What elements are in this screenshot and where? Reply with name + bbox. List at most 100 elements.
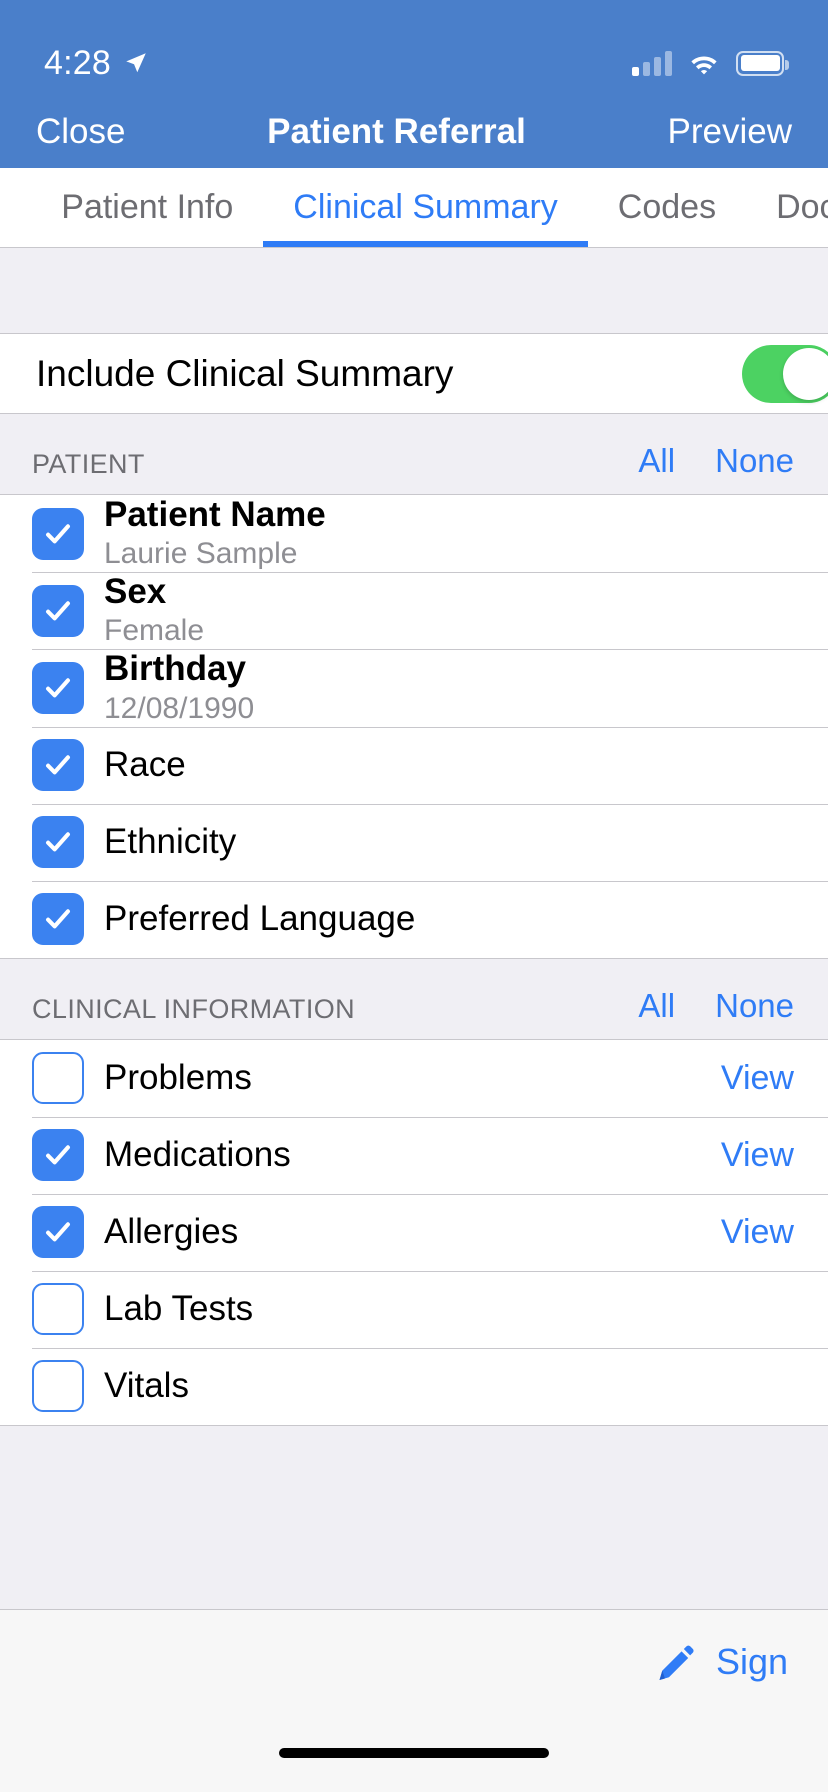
app-screen: 4:28 Close Patient Referral Preview nfo P…	[0, 0, 828, 1792]
page-title: Patient Referral	[267, 112, 526, 151]
sign-button[interactable]: Sign	[716, 1641, 788, 1683]
tab-docume[interactable]: Docume	[746, 168, 828, 247]
checkmark-icon	[46, 523, 70, 544]
list-item-texts: Medications	[104, 1135, 721, 1174]
checkbox[interactable]	[32, 1206, 84, 1259]
tab-label: nfo	[0, 188, 1, 227]
checkbox[interactable]	[32, 1360, 84, 1413]
list-item-title: Problems	[104, 1058, 252, 1098]
location-arrow-icon	[126, 53, 146, 73]
list-item-title: Patient Name	[104, 495, 326, 534]
checkbox[interactable]	[32, 893, 84, 946]
home-indicator-area	[0, 1714, 828, 1792]
view-link[interactable]: View	[721, 1213, 794, 1252]
checkmark-icon	[46, 678, 70, 698]
section-header: PATIENT All None	[0, 414, 828, 494]
checkmark-icon	[46, 1222, 70, 1242]
tab-label: Clinical Summary	[293, 188, 558, 226]
close-button[interactable]: Close	[36, 112, 125, 152]
tab-clinical-summary[interactable]: Clinical Summary	[263, 168, 588, 247]
battery-icon	[736, 50, 789, 76]
status-bar-clock: 4:28	[44, 43, 111, 82]
cellular-signal-icon	[632, 50, 672, 76]
list-item-subtitle: Laurie Sample	[104, 537, 298, 571]
checkmark-icon	[46, 755, 70, 775]
section-list: Problems View Medications View Allergies View…	[0, 1038, 828, 1426]
include-clinical-summary-row[interactable]: Include Clinical Summary	[0, 333, 828, 414]
list-item-subtitle: 12/08/1990	[104, 691, 255, 725]
navigation-bar: Close Patient Referral Preview	[0, 96, 828, 168]
checkbox[interactable]	[32, 1283, 84, 1336]
top-spacer	[0, 248, 828, 333]
list-item[interactable]: Ethnicity	[0, 803, 828, 881]
include-clinical-summary-label: Include Clinical Summary	[36, 352, 454, 394]
view-link[interactable]: View	[721, 1059, 794, 1098]
list-item-texts: Allergies	[104, 1212, 721, 1251]
home-indicator[interactable]	[279, 1748, 549, 1758]
list-item[interactable]: Sex Female	[0, 572, 828, 650]
section-title: PATIENT	[32, 449, 145, 479]
sections-container: PATIENT All None Patient Name Laurie Sample S…	[0, 414, 828, 1426]
tab-label: Patient Info	[61, 188, 234, 226]
checkbox[interactable]	[32, 1129, 84, 1182]
list-item-texts: Problems	[104, 1058, 721, 1097]
bottom-toolbar: Sign	[0, 1609, 828, 1714]
pen-icon[interactable]	[656, 1641, 698, 1683]
list-item-title: Race	[104, 745, 186, 785]
list-item-title: Vitals	[104, 1366, 189, 1406]
list-item[interactable]: Preferred Language	[0, 880, 828, 958]
view-link[interactable]: View	[721, 1136, 794, 1175]
section-title: CLINICAL INFORMATION	[32, 993, 356, 1024]
tab-codes[interactable]: Codes	[588, 168, 746, 247]
list-item-texts: Patient Name Laurie Sample	[104, 495, 794, 572]
list-item-texts: Lab Tests	[104, 1289, 794, 1328]
tab-label: Codes	[617, 188, 717, 226]
list-item[interactable]: Vitals	[0, 1347, 828, 1425]
checkmark-icon	[46, 1145, 70, 1165]
section-header: CLINICAL INFORMATION All None	[0, 958, 828, 1039]
section-actions: All None	[638, 442, 794, 480]
tab-label: Docume	[776, 188, 828, 226]
checkbox[interactable]	[32, 1052, 84, 1105]
select-all-button[interactable]: All	[638, 987, 675, 1025]
select-none-button[interactable]: None	[715, 442, 794, 480]
list-item[interactable]: Problems View	[0, 1039, 828, 1117]
list-item-title: Lab Tests	[104, 1289, 254, 1329]
tab-bar[interactable]: nfo Patient Info Clinical Summary Codes Docu…	[0, 168, 828, 248]
checkbox[interactable]	[32, 661, 84, 714]
list-item-texts: Vitals	[104, 1366, 794, 1405]
list-item-title: Medications	[104, 1135, 291, 1175]
tab-nfo[interactable]: nfo	[0, 168, 31, 247]
list-item-texts: Race	[104, 745, 794, 784]
list-item-title: Allergies	[104, 1212, 239, 1252]
section-actions: All None	[638, 987, 794, 1025]
list-item-title: Preferred Language	[104, 899, 416, 939]
checkbox[interactable]	[32, 816, 84, 869]
list-item[interactable]: Patient Name Laurie Sample	[0, 495, 828, 573]
include-clinical-summary-toggle[interactable]	[742, 344, 828, 403]
list-item[interactable]: Allergies View	[0, 1193, 828, 1271]
checkmark-icon	[46, 832, 70, 852]
checkmark-icon	[46, 601, 70, 621]
select-all-button[interactable]: All	[638, 442, 675, 480]
list-item-texts: Preferred Language	[104, 899, 794, 938]
status-bar-right	[632, 50, 789, 76]
list-item[interactable]: Lab Tests	[0, 1270, 828, 1348]
tab-patient-info[interactable]: Patient Info	[31, 168, 263, 247]
checkbox[interactable]	[32, 739, 84, 792]
section-list: Patient Name Laurie Sample Sex Female Birthd…	[0, 494, 828, 959]
preview-button[interactable]: Preview	[668, 112, 792, 152]
list-item-title: Ethnicity	[104, 822, 237, 862]
wifi-icon	[691, 56, 717, 75]
list-item[interactable]: Race	[0, 726, 828, 804]
form-content: Include Clinical Summary PATIENT All None P…	[0, 248, 828, 1609]
select-none-button[interactable]: None	[715, 987, 794, 1025]
list-item-texts: Sex Female	[104, 572, 794, 649]
status-bar: 4:28	[0, 0, 828, 96]
checkbox[interactable]	[32, 507, 84, 560]
list-item[interactable]: Birthday 12/08/1990	[0, 649, 828, 727]
list-item-subtitle: Female	[104, 614, 205, 648]
list-item[interactable]: Medications View	[0, 1116, 828, 1194]
checkbox[interactable]	[32, 584, 84, 637]
checkmark-icon	[46, 909, 70, 929]
